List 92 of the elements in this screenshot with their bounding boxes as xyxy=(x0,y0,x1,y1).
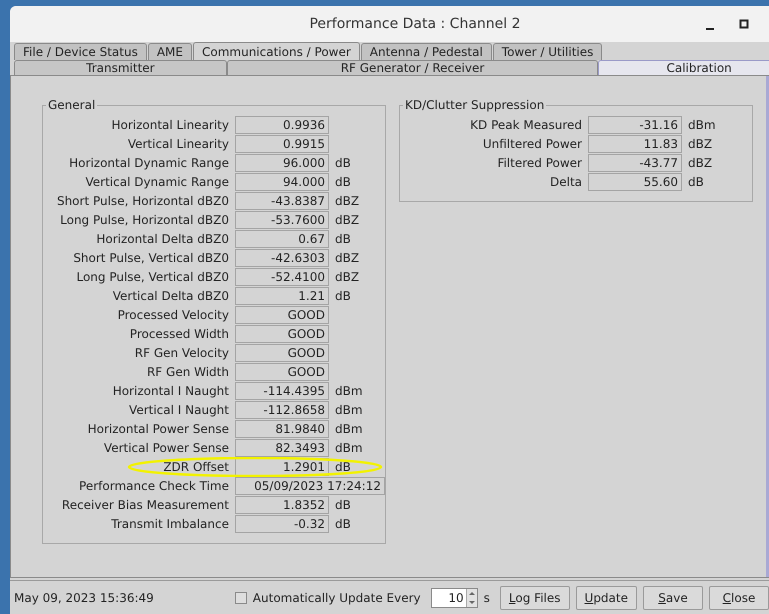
value-field: -43.77 xyxy=(588,154,682,172)
field-label: RF Gen Velocity xyxy=(134,346,229,360)
field-label: Vertical Power Sense xyxy=(102,441,229,455)
value-field: 55.60 xyxy=(588,173,682,191)
window-title: Performance Data : Channel 2 xyxy=(309,16,521,32)
value-field: -52.4100 xyxy=(235,268,329,286)
unit-label: dB xyxy=(688,175,705,189)
field-label: Vertical Linearity xyxy=(126,137,229,151)
unit-label: dBZ xyxy=(335,251,360,265)
field-label: Delta xyxy=(548,175,582,189)
unit-label: dBZ xyxy=(335,213,360,227)
value-field: 1.21 xyxy=(235,287,329,305)
value-field: 94.000 xyxy=(235,173,329,191)
unit-label: dBm xyxy=(688,118,717,132)
value-field: GOOD xyxy=(235,306,329,324)
unit-label: dBZ xyxy=(688,156,714,170)
checkbox[interactable] xyxy=(234,592,247,604)
field-label: Transmit Imbalance xyxy=(110,517,229,531)
minimize-icon xyxy=(706,28,714,30)
field-label: Long Pulse, Vertical dBZ0 xyxy=(75,270,229,284)
tab[interactable]: Calibration xyxy=(598,60,769,75)
value-field: 1.8352 xyxy=(235,496,329,514)
field-label: KD Peak Measured xyxy=(469,118,582,132)
group-title: KD/Clutter Suppression xyxy=(404,98,546,112)
value-field: 82.3493 xyxy=(235,439,329,457)
action-button[interactable]: Save xyxy=(643,586,703,610)
tab[interactable]: File / Device Status xyxy=(14,43,147,60)
tab[interactable]: AME xyxy=(148,43,192,60)
maximize-icon xyxy=(739,19,749,29)
value-field: GOOD xyxy=(235,344,329,362)
field-label: Short Pulse, Vertical dBZ0 xyxy=(72,251,229,265)
action-button[interactable]: Update xyxy=(576,586,637,610)
tab[interactable]: Antenna / Pedestal xyxy=(360,43,492,60)
field-label: Horizontal Power Sense xyxy=(86,422,229,436)
field-label: Horizontal Dynamic Range xyxy=(68,156,229,170)
field-label: Vertical Dynamic Range xyxy=(84,175,229,189)
checkbox-label: Automatically Update Every xyxy=(252,590,421,604)
unit-label: dBZ xyxy=(335,194,360,208)
value-field: -53.7600 xyxy=(235,211,329,229)
field-label: Processed Width xyxy=(128,327,229,341)
tab[interactable]: RF Generator / Receiver xyxy=(226,60,598,75)
tab[interactable]: Transmitter xyxy=(14,60,227,75)
action-button[interactable]: Log Files xyxy=(500,586,570,610)
value-field: 0.9915 xyxy=(235,135,329,153)
field-label: RF Gen Width xyxy=(146,365,229,379)
field-label: Short Pulse, Horizontal dBZ0 xyxy=(56,194,229,208)
value-field: 0.9936 xyxy=(235,116,329,134)
field-label: Vertical I Naught xyxy=(128,403,229,417)
value-field: 81.9840 xyxy=(235,420,329,438)
unit-label: dBZ xyxy=(335,270,360,284)
unit-label: dB xyxy=(335,175,352,189)
field-label: Horizontal Delta dBZ0 xyxy=(95,232,229,246)
value-field: -112.8658 xyxy=(235,401,329,419)
value-field: -114.4395 xyxy=(235,382,329,400)
unit-label: dB xyxy=(335,232,352,246)
field-label: Receiver Bias Measurement xyxy=(60,498,229,512)
timestamp: May 09, 2023 15:36:49 xyxy=(14,590,155,604)
field-label: Long Pulse, Horizontal dBZ0 xyxy=(59,213,229,227)
field-label: Vertical Delta dBZ0 xyxy=(112,289,229,303)
unit-label: dBm xyxy=(335,422,364,436)
value-field: -31.16 xyxy=(588,116,682,134)
value-field: GOOD xyxy=(235,325,329,343)
value-field: -43.8387 xyxy=(235,192,329,210)
group-title: General xyxy=(47,98,96,112)
unit-label: dB xyxy=(335,289,352,303)
value-field: 96.000 xyxy=(235,154,329,172)
unit-label: dB xyxy=(335,498,352,512)
unit-label: dBm xyxy=(335,384,364,398)
tab[interactable]: Tower / Utilities xyxy=(492,43,602,60)
unit-label: dB xyxy=(335,156,352,170)
field-label: ZDR Offset xyxy=(162,460,229,474)
field-label: Horizontal Linearity xyxy=(110,118,229,132)
field-label: Performance Check Time xyxy=(78,479,229,493)
value-field: -42.6303 xyxy=(235,249,329,267)
value-field: -0.32 xyxy=(235,515,329,533)
field-label: Processed Velocity xyxy=(116,308,229,322)
tab[interactable]: Communications / Power xyxy=(193,42,360,60)
value-field: 0.67 xyxy=(235,230,329,248)
value-field: GOOD xyxy=(235,363,329,381)
unit-label: dB xyxy=(335,517,352,531)
value-field: 11.83 xyxy=(588,135,682,153)
unit-label: dB xyxy=(335,460,352,474)
interval-spinner[interactable]: 10 xyxy=(430,588,478,608)
unit-label: dBm xyxy=(335,441,364,455)
field-label: Unfiltered Power xyxy=(482,137,582,151)
unit-label: dBm xyxy=(335,403,364,417)
value-field: 05/09/2023 17:24:12 xyxy=(235,477,385,495)
action-button[interactable]: Close xyxy=(709,586,769,610)
unit-label: dBZ xyxy=(688,137,714,151)
unit-label: s xyxy=(484,590,490,604)
field-label: Horizontal I Naught xyxy=(112,384,229,398)
field-label: Filtered Power xyxy=(496,156,582,170)
